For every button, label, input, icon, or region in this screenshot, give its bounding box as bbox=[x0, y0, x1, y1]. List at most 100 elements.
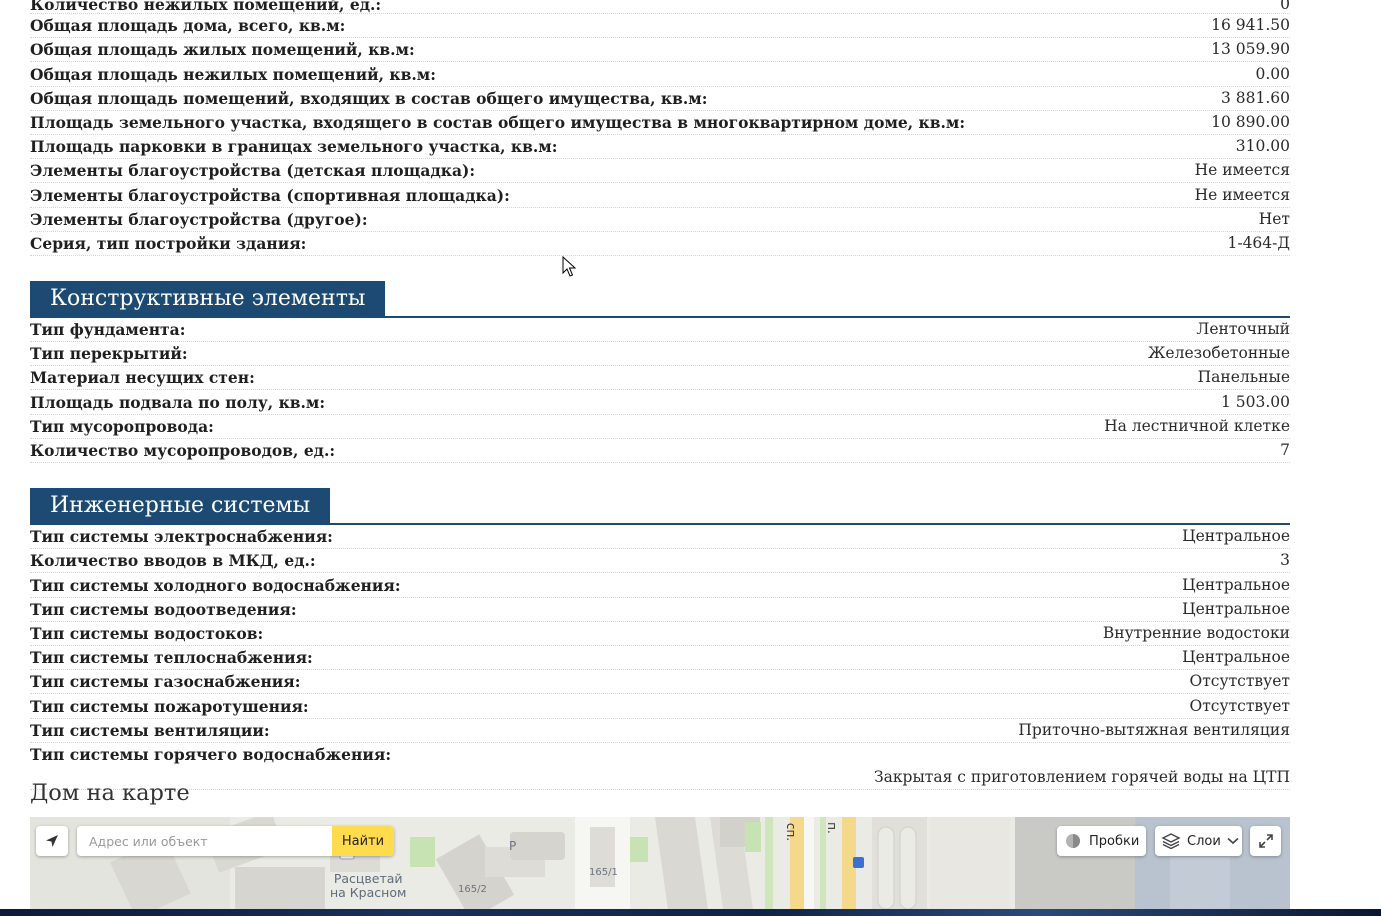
info-label: Тип системы теплоснабжения: bbox=[30, 648, 313, 668]
info-value: 1-464-Д bbox=[1227, 233, 1290, 252]
info-value: Панельные bbox=[1197, 368, 1290, 387]
info-value: Железобетонные bbox=[1148, 344, 1290, 363]
info-label: Тип системы пожаротушения: bbox=[30, 696, 309, 716]
info-label: Тип системы газоснабжения: bbox=[30, 672, 301, 692]
info-label: Тип системы холодного водоснабжения: bbox=[30, 575, 401, 595]
info-label: Количество мусоропроводов, ед.: bbox=[30, 441, 336, 460]
building-number-label: 165/1 bbox=[589, 867, 618, 878]
info-row: Элементы благоустройства (спортивная пло… bbox=[30, 183, 1290, 208]
info-value: 310.00 bbox=[1235, 137, 1290, 156]
street-label: п. bbox=[824, 822, 839, 834]
info-row: Тип системы горячего водоснабжения: Закр… bbox=[30, 743, 1290, 790]
info-label: Тип системы водостоков: bbox=[30, 623, 264, 643]
info-row: Общая площадь жилых помещений, кв.м: 13 … bbox=[30, 38, 1290, 63]
info-value: 3 881.60 bbox=[1220, 88, 1290, 107]
layers-button-label: Слои bbox=[1187, 833, 1221, 849]
geolocation-button[interactable] bbox=[36, 826, 68, 856]
info-row: Количество вводов в МКД, ед.: 3 bbox=[30, 549, 1290, 574]
info-value: Центральное bbox=[1182, 575, 1290, 594]
info-row: Элементы благоустройства (другое): Нет bbox=[30, 208, 1290, 232]
info-value: 0 bbox=[1280, 0, 1290, 13]
info-row: Количество нежилых помещений, ед.: 0 bbox=[30, 0, 1290, 14]
info-label: Элементы благоустройства (спортивная пло… bbox=[30, 185, 510, 205]
house-info-content: Количество нежилых помещений, ед.: 0 Общ… bbox=[30, 0, 1290, 790]
info-label: Элементы благоустройства (другое): bbox=[30, 209, 368, 229]
info-label: Количество нежилых помещений, ед.: bbox=[30, 0, 382, 14]
info-label: Серия, тип постройки здания: bbox=[30, 233, 307, 253]
info-value: 16 941.50 bbox=[1211, 16, 1290, 35]
info-row: Тип системы водоотведения: Центральное bbox=[30, 598, 1290, 622]
info-value: Отсутствует bbox=[1189, 672, 1290, 691]
mouse-cursor-icon bbox=[562, 256, 576, 277]
info-row: Общая площадь нежилых помещений, кв.м: 0… bbox=[30, 62, 1290, 87]
chevron-down-icon bbox=[1227, 837, 1239, 845]
geolocation-arrow-icon bbox=[46, 835, 58, 847]
info-label: Тип системы электроснабжения: bbox=[30, 527, 333, 547]
parking-label: P bbox=[509, 839, 517, 853]
district-label-line: на Красном bbox=[330, 885, 407, 900]
section-title: Инженерные системы bbox=[30, 488, 331, 523]
map-widget[interactable]: P Расцветай на Красном 165/1 165/2 сп. п… bbox=[30, 817, 1290, 909]
map-search-input[interactable] bbox=[77, 826, 332, 856]
info-row: Тип системы водостоков: Внутренние водос… bbox=[30, 622, 1290, 646]
info-value: Приточно-вытяжная вентиляция bbox=[1018, 720, 1290, 739]
info-value: Внутренние водостоки bbox=[1102, 623, 1290, 642]
info-row: Тип фундамента: Ленточный bbox=[30, 318, 1290, 343]
info-label: Тип перекрытий: bbox=[30, 344, 188, 364]
info-row: Тип системы вентиляции: Приточно-вытяжна… bbox=[30, 719, 1290, 743]
info-row: Тип мусоропровода: На лестничной клетке bbox=[30, 415, 1290, 439]
map-title: Дом на карте bbox=[30, 780, 190, 806]
info-value: Не имеется bbox=[1194, 161, 1290, 180]
info-row: Количество мусоропроводов, ед.: 7 bbox=[30, 439, 1290, 463]
info-value: 10 890.00 bbox=[1211, 112, 1290, 131]
section-header-structural: Конструктивные элементы bbox=[30, 280, 1290, 318]
info-value: 0.00 bbox=[1255, 64, 1290, 83]
info-value: Центральное bbox=[1182, 648, 1290, 667]
info-value: Центральное bbox=[1182, 599, 1290, 618]
info-row: Тип системы теплоснабжения: Центральное bbox=[30, 646, 1290, 671]
info-label: Тип системы вентиляции: bbox=[30, 720, 270, 740]
fullscreen-button[interactable] bbox=[1250, 826, 1281, 856]
info-value: 13 059.90 bbox=[1211, 40, 1290, 59]
info-label: Общая площадь дома, всего, кв.м: bbox=[30, 16, 346, 36]
info-row: Площадь подвала по полу, кв.м: 1 503.00 bbox=[30, 390, 1290, 415]
district-label: Расцветай на Красном bbox=[330, 872, 406, 900]
info-label: Тип системы водоотведения: bbox=[30, 599, 297, 619]
info-label: Общая площадь нежилых помещений, кв.м: bbox=[30, 64, 436, 84]
info-row: Серия, тип постройки здания: 1-464-Д bbox=[30, 232, 1290, 256]
info-label: Общая площадь помещений, входящих в сост… bbox=[30, 88, 708, 108]
info-label: Площадь земельного участка, входящего в … bbox=[30, 112, 966, 132]
info-label: Площадь парковки в границах земельного у… bbox=[30, 137, 558, 157]
info-row: Общая площадь помещений, входящих в сост… bbox=[30, 87, 1290, 111]
info-value: 7 bbox=[1280, 441, 1290, 459]
info-label: Общая площадь жилых помещений, кв.м: bbox=[30, 40, 415, 60]
street-label: сп. bbox=[784, 822, 799, 842]
map-search-button[interactable]: Найти bbox=[332, 826, 394, 856]
info-label: Площадь подвала по полу, кв.м: bbox=[30, 392, 326, 412]
info-row: Материал несущих стен: Панельные bbox=[30, 366, 1290, 391]
info-row: Тип системы пожаротушения: Отсутствует bbox=[30, 694, 1290, 719]
map-search[interactable]: Найти bbox=[77, 826, 394, 856]
section-header-engineering: Инженерные системы bbox=[30, 488, 1290, 525]
traffic-button[interactable]: Пробки bbox=[1057, 826, 1146, 856]
info-row: Тип системы электроснабжения: Центрально… bbox=[30, 525, 1290, 550]
info-value: Закрытая с приготовлением горячей воды н… bbox=[873, 767, 1290, 786]
info-row: Тип перекрытий: Железобетонные bbox=[30, 342, 1290, 367]
info-row: Элементы благоустройства (детская площад… bbox=[30, 159, 1290, 184]
info-label: Материал несущих стен: bbox=[30, 368, 255, 388]
expand-icon bbox=[1258, 834, 1273, 848]
info-value: На лестничной клетке bbox=[1104, 416, 1290, 435]
info-row: Общая площадь дома, всего, кв.м: 16 941.… bbox=[30, 14, 1290, 39]
layers-button[interactable]: Слои bbox=[1155, 826, 1242, 856]
info-value: Центральное bbox=[1182, 527, 1290, 546]
info-value: 1 503.00 bbox=[1220, 392, 1290, 411]
engineering-info-list: Тип системы электроснабжения: Центрально… bbox=[30, 525, 1290, 790]
info-value: Ленточный bbox=[1196, 320, 1290, 339]
taskbar-strip bbox=[0, 909, 1381, 916]
info-value: Нет bbox=[1258, 209, 1290, 228]
info-row: Площадь парковки в границах земельного у… bbox=[30, 135, 1290, 160]
info-value: Отсутствует bbox=[1189, 696, 1290, 715]
info-label: Элементы благоустройства (детская площад… bbox=[30, 161, 476, 181]
info-row: Тип системы газоснабжения: Отсутствует bbox=[30, 670, 1290, 695]
info-label: Тип системы горячего водоснабжения: bbox=[30, 744, 392, 764]
